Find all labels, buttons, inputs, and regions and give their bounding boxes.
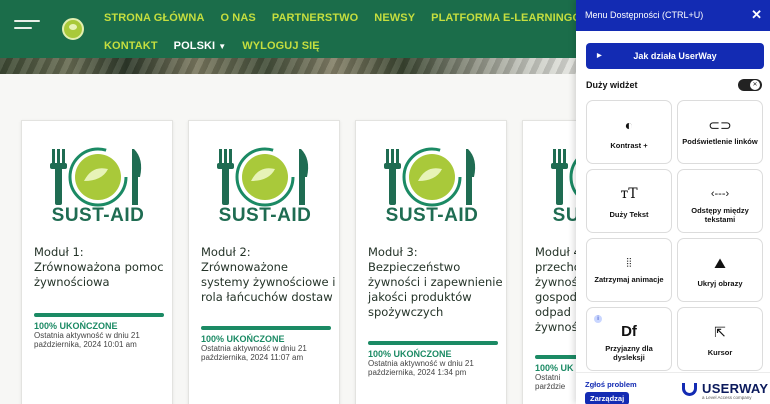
dyslexia-icon: Df <box>621 323 637 340</box>
module-card[interactable]: SUST-AID Moduł 2: Zrównoważone systemy ż… <box>188 120 340 404</box>
play-icon: ▶ <box>597 53 602 59</box>
language-label: POLSKI <box>173 40 216 52</box>
cursor-icon: ⇱ <box>714 324 726 340</box>
completion-status: 100% UKOŃCZONE <box>368 349 452 359</box>
language-selector[interactable]: POLSKI ▼ <box>174 40 227 52</box>
last-activity: Ostatnia aktywność w dniu 21 październik… <box>201 344 307 362</box>
last-activity: Ostatnia aktywność w dniu 21 październik… <box>368 359 474 377</box>
info-icon: i <box>594 315 602 323</box>
panel-title: Menu Dostępności (CTRL+U) <box>585 10 704 20</box>
chevron-down-icon: ▼ <box>218 42 227 51</box>
nav-about[interactable]: O NAS <box>221 12 256 24</box>
panel-footer: Zgłoś problem Zarządzaj USERWAY a Level … <box>576 372 770 404</box>
nav-contact[interactable]: KONTAKT <box>104 40 158 52</box>
userway-logo[interactable]: USERWAY a Level Access company <box>682 381 769 401</box>
accessibility-panel: Menu Dostępności (CTRL+U) ✕ ▶ Jak działa… <box>576 0 770 404</box>
module-title[interactable]: Moduł 2: Zrównoważone systemy żywnościow… <box>201 245 337 305</box>
completion-status: 100% UKOŃCZONE <box>34 321 118 331</box>
module-card[interactable]: SUST-AID Moduł 3: Bezpieczeństwo żywnośc… <box>355 120 507 404</box>
progress-bar <box>201 326 331 330</box>
site-logo-icon[interactable] <box>62 18 84 40</box>
big-widget-label: Duży widżet <box>586 80 638 90</box>
hide-image-icon: ⛰ <box>714 255 726 271</box>
big-widget-toggle[interactable] <box>738 79 762 91</box>
userway-sub: a Level Access company <box>702 395 752 400</box>
tile-label: Przyjazny dla dysleksji <box>605 344 653 362</box>
main-nav: STRONA GŁÓWNA O NAS PARTNERSTWO NEWSY PL… <box>104 10 599 54</box>
nav-elearning[interactable]: PLATFORMA E-LEARNINGOWA <box>431 12 599 24</box>
link-icon: ⊂⊃ <box>708 117 732 133</box>
how-it-works-button[interactable]: ▶ Jak działa UserWay <box>586 43 764 69</box>
tile-label: Kursor <box>707 348 733 357</box>
tile-cursor[interactable]: ⇱ Kursor <box>677 307 763 371</box>
tile-dyslexia-friendly[interactable]: i Df Przyjazny dla dysleksji <box>586 307 672 371</box>
tile-label: Ukryj obrazy <box>697 279 743 288</box>
hamburger-menu-icon[interactable] <box>14 20 40 36</box>
brand-text: SUST-AID <box>385 205 479 226</box>
userway-brand: USERWAY <box>702 381 769 396</box>
tile-label: Podświetlenie linków <box>682 137 758 146</box>
how-it-works-label: Jak działa UserWay <box>633 51 717 61</box>
text-size-icon: тT <box>620 186 638 202</box>
nav-home[interactable]: STRONA GŁÓWNA <box>104 12 205 24</box>
tile-label: Odstępy między tekstami <box>691 206 749 224</box>
report-problem-link[interactable]: Zgłoś problem <box>585 380 637 389</box>
progress-bar <box>368 341 498 345</box>
last-activity: Ostatnia aktywność w dniu 21 październik… <box>34 331 140 349</box>
manage-button[interactable]: Zarządzaj <box>585 392 630 404</box>
completion-status: 100% UKOŃCZONE <box>201 334 285 344</box>
tile-text-spacing[interactable]: ‹---› Odstępy między tekstami <box>677 169 763 233</box>
close-icon[interactable]: ✕ <box>751 8 762 21</box>
tile-stop-animations[interactable]: ⦙⦙ Zatrzymaj animacje <box>586 238 672 302</box>
tile-label: Zatrzymaj animacje <box>594 275 664 284</box>
tile-label: Kontrast + <box>610 141 648 150</box>
brand-text: SUST-AID <box>51 205 145 226</box>
nav-logout[interactable]: WYLOGUJ SIĘ <box>242 40 320 52</box>
module-title[interactable]: Moduł 3: Bezpieczeństwo żywności i zapew… <box>368 245 504 320</box>
completion-status: 100% UK <box>535 363 574 373</box>
nav-news[interactable]: NEWSY <box>374 12 415 24</box>
tile-label: Duży Tekst <box>609 210 649 219</box>
contrast-icon: ◐ <box>624 117 634 133</box>
progress-bar <box>34 313 164 317</box>
panel-header: Menu Dostępności (CTRL+U) ✕ <box>576 0 770 31</box>
tile-highlight-links[interactable]: ⊂⊃ Podświetlenie linków <box>677 100 763 164</box>
hero-image <box>0 58 576 74</box>
nav-partnership[interactable]: PARTNERSTWO <box>272 12 358 24</box>
tile-big-text[interactable]: тT Duży Tekst <box>586 169 672 233</box>
tile-contrast[interactable]: ◐ Kontrast + <box>586 100 672 164</box>
pause-icon: ⦙⦙ <box>626 256 632 270</box>
text-spacing-icon: ‹---› <box>710 188 730 200</box>
tile-hide-images[interactable]: ⛰ Ukryj obrazy <box>677 238 763 302</box>
userway-logo-icon <box>682 383 697 396</box>
brand-text: SUST-AID <box>218 205 312 226</box>
module-card[interactable]: SUST-AID Moduł 1: Zrównoważona pomoc żyw… <box>21 120 173 404</box>
module-title[interactable]: Moduł 1: Zrównoważona pomoc żywnościowa <box>34 245 170 290</box>
